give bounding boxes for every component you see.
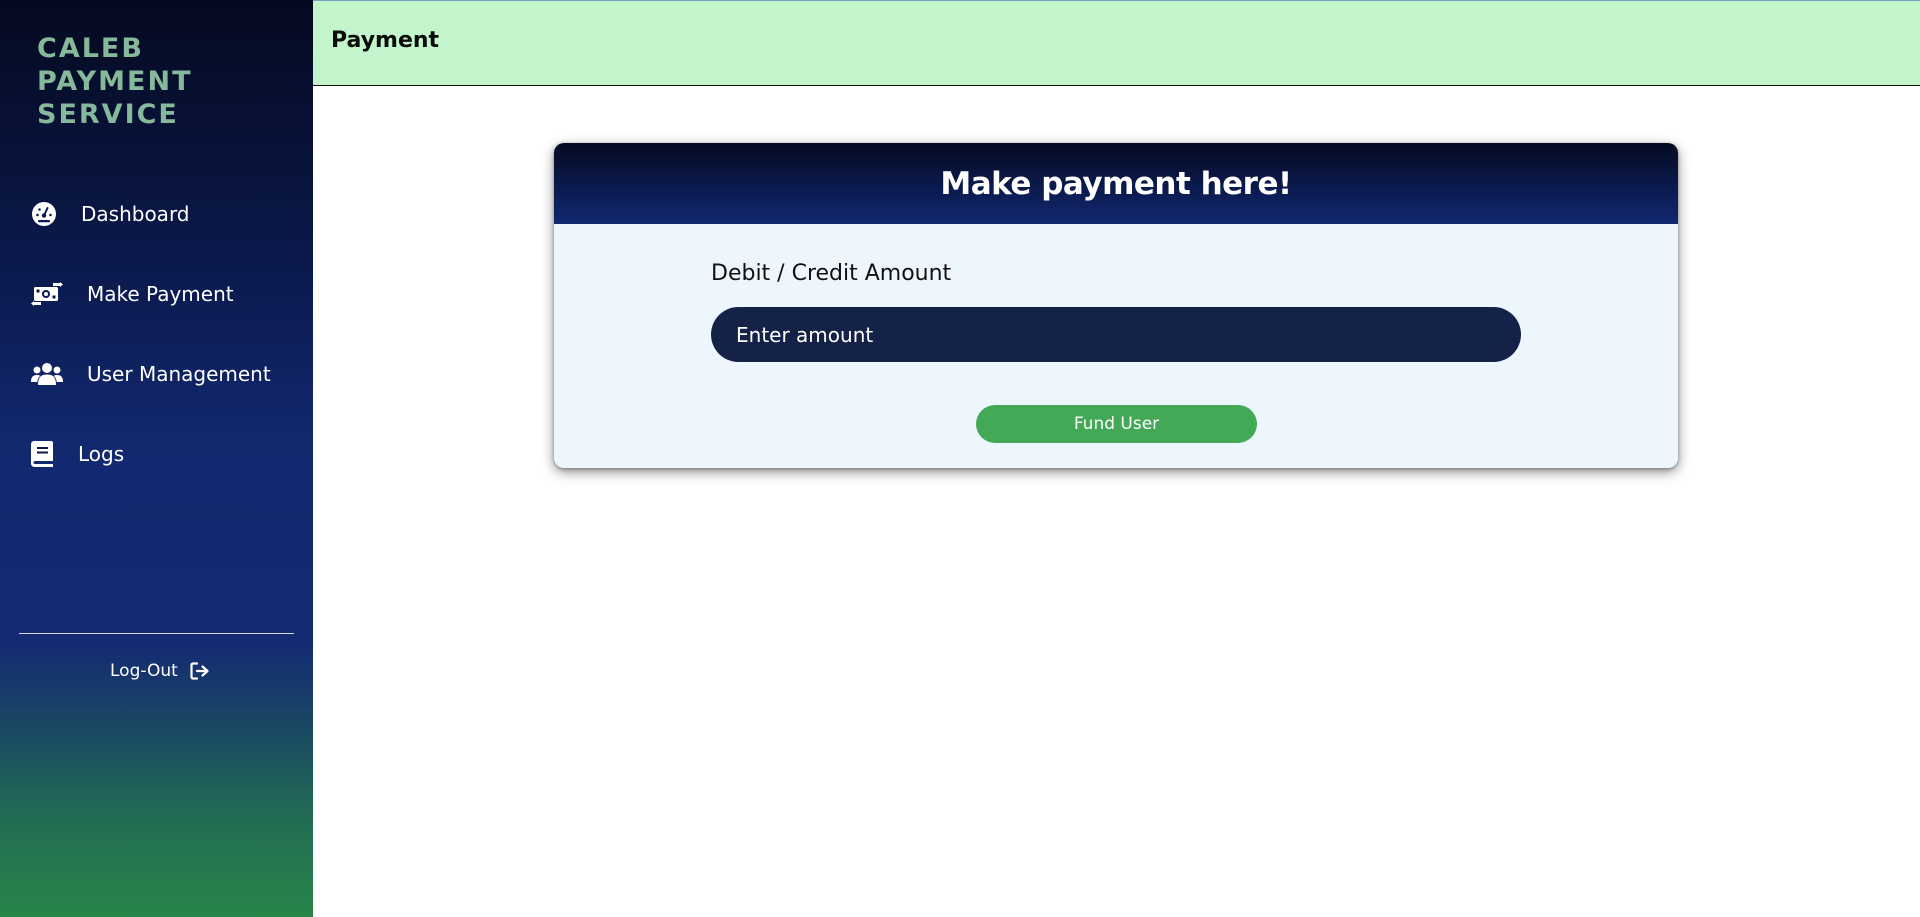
dashboard-gauge-icon xyxy=(31,201,57,227)
payment-card-header: Make payment here! xyxy=(554,143,1678,224)
sidebar-item-label: Make Payment xyxy=(87,282,234,306)
users-icon xyxy=(31,362,63,386)
sidebar-divider xyxy=(19,633,294,634)
sidebar-item-logs[interactable]: Logs xyxy=(0,430,313,478)
book-icon xyxy=(31,441,53,467)
logout-button[interactable]: Log-Out xyxy=(110,658,210,684)
sidebar-item-label: Logs xyxy=(78,442,125,466)
sidebar-item-make-payment[interactable]: Make Payment xyxy=(0,270,313,318)
brand-logo-text: CALEB PAYMENT SERVICE xyxy=(37,33,193,130)
payment-card: Make payment here! Debit / Credit Amount… xyxy=(554,143,1678,468)
top-header: Payment xyxy=(313,0,1920,86)
sidebar: CALEB PAYMENT SERVICE Dashboard Make Pay… xyxy=(0,0,313,917)
sidebar-item-user-management[interactable]: User Management xyxy=(0,350,313,398)
payment-card-title: Make payment here! xyxy=(940,165,1292,202)
logout-label: Log-Out xyxy=(110,661,178,681)
sidebar-item-label: User Management xyxy=(87,362,271,386)
page-title: Payment xyxy=(331,28,440,53)
amount-input[interactable] xyxy=(711,307,1521,362)
amount-label: Debit / Credit Amount xyxy=(711,261,952,286)
sidebar-item-label: Dashboard xyxy=(81,202,190,226)
sidebar-item-dashboard[interactable]: Dashboard xyxy=(0,190,313,238)
money-transfer-icon xyxy=(31,282,63,306)
fund-user-button[interactable]: Fund User xyxy=(976,405,1257,443)
sign-out-icon xyxy=(190,662,210,680)
app-root: CALEB PAYMENT SERVICE Dashboard Make Pay… xyxy=(0,0,1920,917)
